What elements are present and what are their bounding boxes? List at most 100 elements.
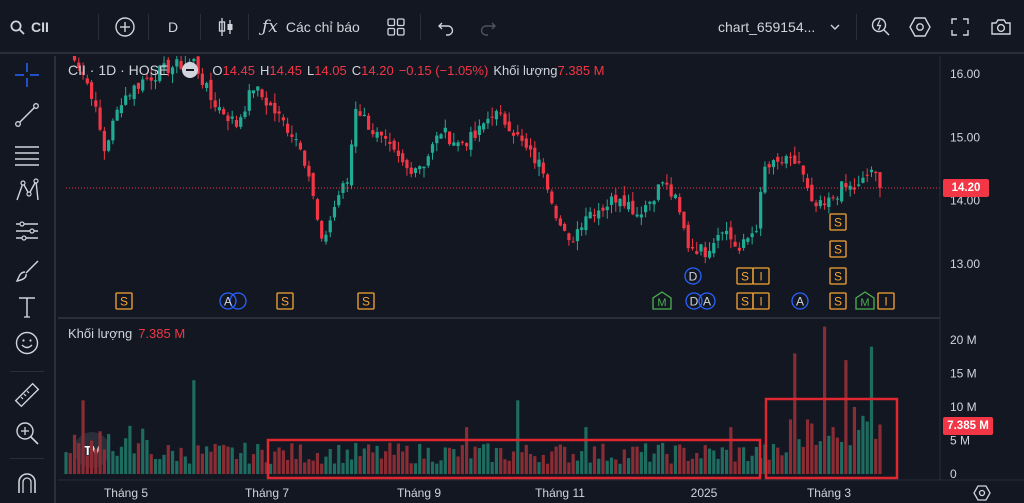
- event-marker-label: S: [834, 243, 842, 257]
- volume-bar: [780, 455, 784, 474]
- candle-body: [584, 216, 588, 231]
- volume-bar: [226, 446, 230, 474]
- volume-bar: [857, 429, 861, 474]
- candle-body: [780, 162, 784, 164]
- event-marker-circle: [229, 292, 247, 310]
- volume-bar: [354, 442, 358, 474]
- candle-body: [307, 165, 311, 177]
- candle-body: [337, 195, 341, 206]
- visibility-toggle-icon[interactable]: [182, 62, 199, 78]
- volume-bar: [102, 449, 106, 474]
- volume-bar: [810, 423, 814, 474]
- candle-body: [128, 95, 132, 97]
- candle-body: [699, 244, 703, 252]
- candle-body: [477, 125, 481, 136]
- volume-bar: [673, 445, 678, 474]
- volume-bar: [528, 453, 533, 474]
- volume-bar: [119, 446, 124, 474]
- volume-legend-label[interactable]: Khối lượng: [68, 326, 132, 341]
- volume-bar: [878, 424, 882, 474]
- volume-bar: [234, 458, 239, 474]
- candle-body: [418, 166, 422, 170]
- candle-body: [788, 156, 793, 158]
- chart-settings-button[interactable]: [972, 484, 992, 502]
- candle-body: [729, 227, 733, 240]
- candle-body: [767, 164, 771, 168]
- volume-bar: [805, 419, 810, 474]
- volume-bar: [567, 462, 571, 474]
- volume-bar: [614, 459, 618, 474]
- volume-bar: [844, 360, 848, 474]
- volume-bar: [865, 421, 869, 474]
- candle-body: [575, 229, 580, 242]
- candle-body: [652, 201, 656, 205]
- candle-body: [695, 251, 699, 254]
- candle-body: [537, 159, 541, 167]
- volume-bar: [149, 454, 153, 474]
- candle-body: [473, 130, 477, 138]
- candle-body: [222, 109, 226, 115]
- candle-body: [656, 184, 660, 200]
- volume-bar: [465, 427, 469, 474]
- volume-bar: [597, 458, 601, 474]
- volume-bar: [320, 463, 324, 474]
- event-marker-label: S: [834, 216, 842, 230]
- candle-body: [622, 195, 626, 206]
- candle-body: [315, 199, 320, 220]
- candle-body: [234, 120, 239, 127]
- volume-bar: [852, 407, 857, 474]
- volume-bar: [315, 453, 320, 474]
- candle-body: [362, 114, 366, 117]
- price-tick-label: 13.00: [950, 257, 980, 271]
- legend-high-value: 14.45: [269, 62, 302, 78]
- volume-bar: [601, 443, 605, 474]
- volume-bar: [277, 447, 281, 474]
- candle-body: [528, 145, 533, 150]
- candle-body: [686, 224, 690, 249]
- candle-body: [720, 232, 724, 234]
- volume-bar: [742, 447, 746, 474]
- volume-bar: [869, 346, 874, 474]
- candle-body: [840, 181, 844, 202]
- volume-bar: [379, 458, 383, 474]
- volume-bar: [486, 443, 490, 474]
- volume-bar: [153, 459, 158, 474]
- candle-body: [614, 194, 618, 203]
- candle-body: [563, 223, 567, 231]
- candle-body: [298, 142, 302, 150]
- candle-body: [349, 144, 354, 186]
- candle-body: [550, 191, 554, 204]
- volume-bar: [801, 446, 805, 474]
- volume-bar: [77, 443, 81, 474]
- legend-title[interactable]: CII · 1D · HOSE: [68, 62, 168, 78]
- volume-bar: [537, 462, 541, 474]
- candle-body: [443, 127, 447, 133]
- volume-bar: [183, 456, 187, 474]
- volume-bar: [366, 444, 371, 474]
- volume-bar: [477, 448, 481, 474]
- volume-bar: [136, 443, 141, 474]
- candle-body: [771, 160, 776, 168]
- volume-bar: [396, 443, 401, 474]
- volume-bar: [554, 446, 558, 474]
- candle-body: [712, 242, 716, 254]
- volume-bar: [345, 449, 349, 474]
- candle-body: [490, 116, 494, 118]
- volume-bar: [251, 454, 256, 474]
- volume-bar: [81, 400, 85, 474]
- event-marker-label: M: [657, 297, 666, 309]
- candle-body: [869, 169, 874, 173]
- volume-bar: [205, 446, 209, 474]
- candle-body: [716, 234, 720, 241]
- candle-body: [865, 174, 869, 176]
- candle-body: [247, 90, 251, 111]
- main-series-legend: CII · 1D · HOSE O 14.45 H 14.45 L 14.05 …: [68, 60, 610, 80]
- volume-bar: [311, 460, 315, 474]
- candle-body: [435, 135, 439, 144]
- volume-bar: [648, 461, 652, 474]
- legend-change: −0.15 (−1.05%): [398, 62, 489, 78]
- event-marker-label: S: [362, 295, 370, 309]
- volume-bar: [213, 443, 217, 474]
- candle-body: [857, 184, 861, 186]
- candle-body: [499, 112, 503, 114]
